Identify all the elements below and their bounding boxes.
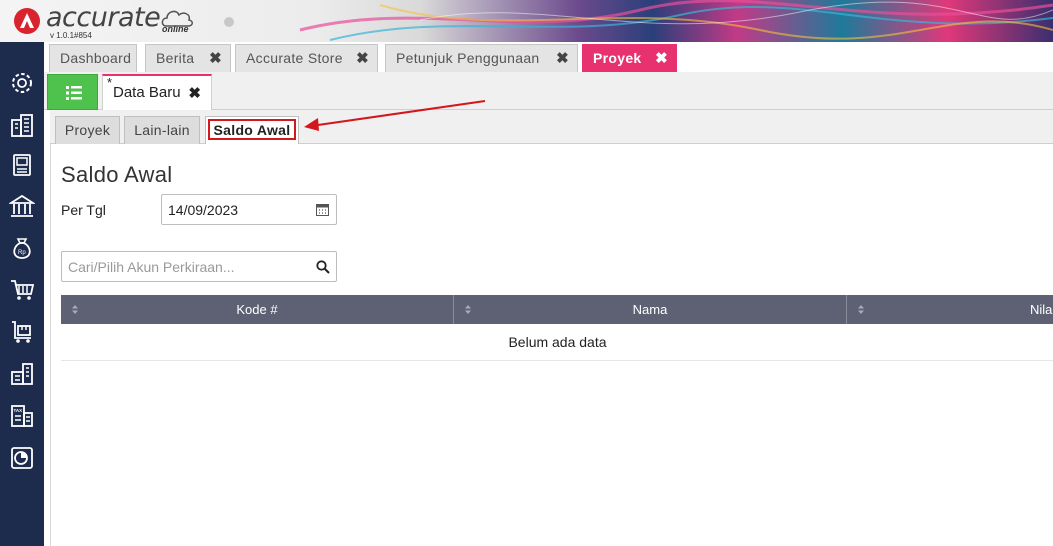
- tab-label: Berita: [156, 50, 195, 66]
- search-icon[interactable]: [316, 260, 330, 274]
- tab-accurate-store[interactable]: Accurate Store ✖: [235, 44, 378, 72]
- empty-table-message: Belum ada data: [61, 324, 1053, 361]
- column-label: Nama: [632, 302, 668, 317]
- column-header-kode[interactable]: Kode #: [61, 295, 454, 324]
- close-icon[interactable]: ✖: [556, 45, 569, 72]
- top-header: accurate online v 1.0.1#854: [0, 0, 1053, 42]
- brand-subtitle: online: [162, 24, 189, 34]
- form-subtabs: Proyek Lain-lain Saldo Awal: [50, 110, 1053, 144]
- tab-berita[interactable]: Berita ✖: [145, 44, 231, 72]
- document-tab-data-baru[interactable]: * Data Baru ✖: [102, 74, 212, 111]
- money-bag-icon[interactable]: Rp: [9, 235, 35, 261]
- delivery-cart-icon[interactable]: [9, 319, 35, 345]
- subtab-label: Proyek: [64, 122, 111, 138]
- bank-icon[interactable]: [7, 193, 37, 219]
- building-icon[interactable]: [9, 112, 35, 138]
- close-icon[interactable]: ✖: [188, 77, 201, 111]
- svg-text:Rp: Rp: [18, 250, 26, 256]
- list-menu-icon: [66, 86, 82, 100]
- column-header-nilai[interactable]: Nilai: [847, 295, 1053, 324]
- search-placeholder: Cari/Pilih Akun Perkiraan...: [68, 259, 235, 275]
- tab-label: Accurate Store: [246, 50, 343, 66]
- subtab-lain-lain[interactable]: Lain-lain: [124, 116, 200, 144]
- chart-report-icon[interactable]: [9, 445, 35, 471]
- ledger-icon[interactable]: [9, 152, 35, 178]
- brand-name: accurate: [46, 2, 161, 33]
- date-value: 14/09/2023: [168, 202, 239, 218]
- unsaved-marker: *: [107, 75, 113, 90]
- warehouse-icon[interactable]: [9, 361, 35, 387]
- tab-label: Petunjuk Penggunaan: [396, 50, 540, 66]
- svg-text:TAX: TAX: [14, 408, 23, 413]
- status-dot: [224, 17, 234, 27]
- subtab-saldo-awal[interactable]: Saldo Awal: [205, 116, 299, 144]
- close-icon[interactable]: ✖: [655, 45, 668, 72]
- sort-icon[interactable]: [857, 304, 865, 315]
- tab-proyek[interactable]: Proyek ✖: [582, 44, 677, 72]
- app-version: v 1.0.1#854: [50, 31, 92, 40]
- column-label: Kode #: [236, 302, 278, 317]
- subtab-label: Lain-lain: [134, 122, 190, 138]
- date-label: Per Tgl: [61, 202, 106, 218]
- close-icon[interactable]: ✖: [356, 45, 369, 72]
- main-tab-bar: Dashboard Berita ✖ Accurate Store ✖ Petu…: [44, 42, 1053, 72]
- column-label: Nilai: [1030, 302, 1053, 317]
- table-header: Kode # Nama Nilai: [61, 295, 1053, 324]
- tab-label: Dashboard: [60, 50, 132, 66]
- close-icon[interactable]: ✖: [209, 45, 222, 72]
- subtab-proyek[interactable]: Proyek: [55, 116, 120, 144]
- highlight-box: [208, 119, 296, 140]
- account-search-input[interactable]: Cari/Pilih Akun Perkiraan...: [61, 251, 337, 282]
- calendar-icon[interactable]: [316, 203, 329, 216]
- menu-button[interactable]: [47, 74, 98, 110]
- page-title: Saldo Awal: [61, 162, 173, 187]
- sidebar: Rp TAX: [0, 42, 44, 546]
- tab-label: Proyek: [593, 50, 642, 66]
- tab-dashboard[interactable]: Dashboard: [49, 44, 137, 72]
- gear-icon[interactable]: [9, 70, 35, 96]
- document-toolbar: * Data Baru ✖: [44, 72, 1053, 111]
- tab-petunjuk-penggunaan[interactable]: Petunjuk Penggunaan ✖: [385, 44, 578, 72]
- cart-icon[interactable]: [9, 277, 35, 303]
- form-content: Saldo Awal Per Tgl 14/09/2023 Cari/Pilih…: [50, 144, 1053, 546]
- accurate-logo-icon[interactable]: [14, 8, 40, 34]
- date-field[interactable]: 14/09/2023: [161, 194, 337, 225]
- column-header-nama[interactable]: Nama: [454, 295, 847, 324]
- document-tab-label: Data Baru: [113, 84, 181, 101]
- tax-report-icon[interactable]: TAX: [9, 403, 35, 429]
